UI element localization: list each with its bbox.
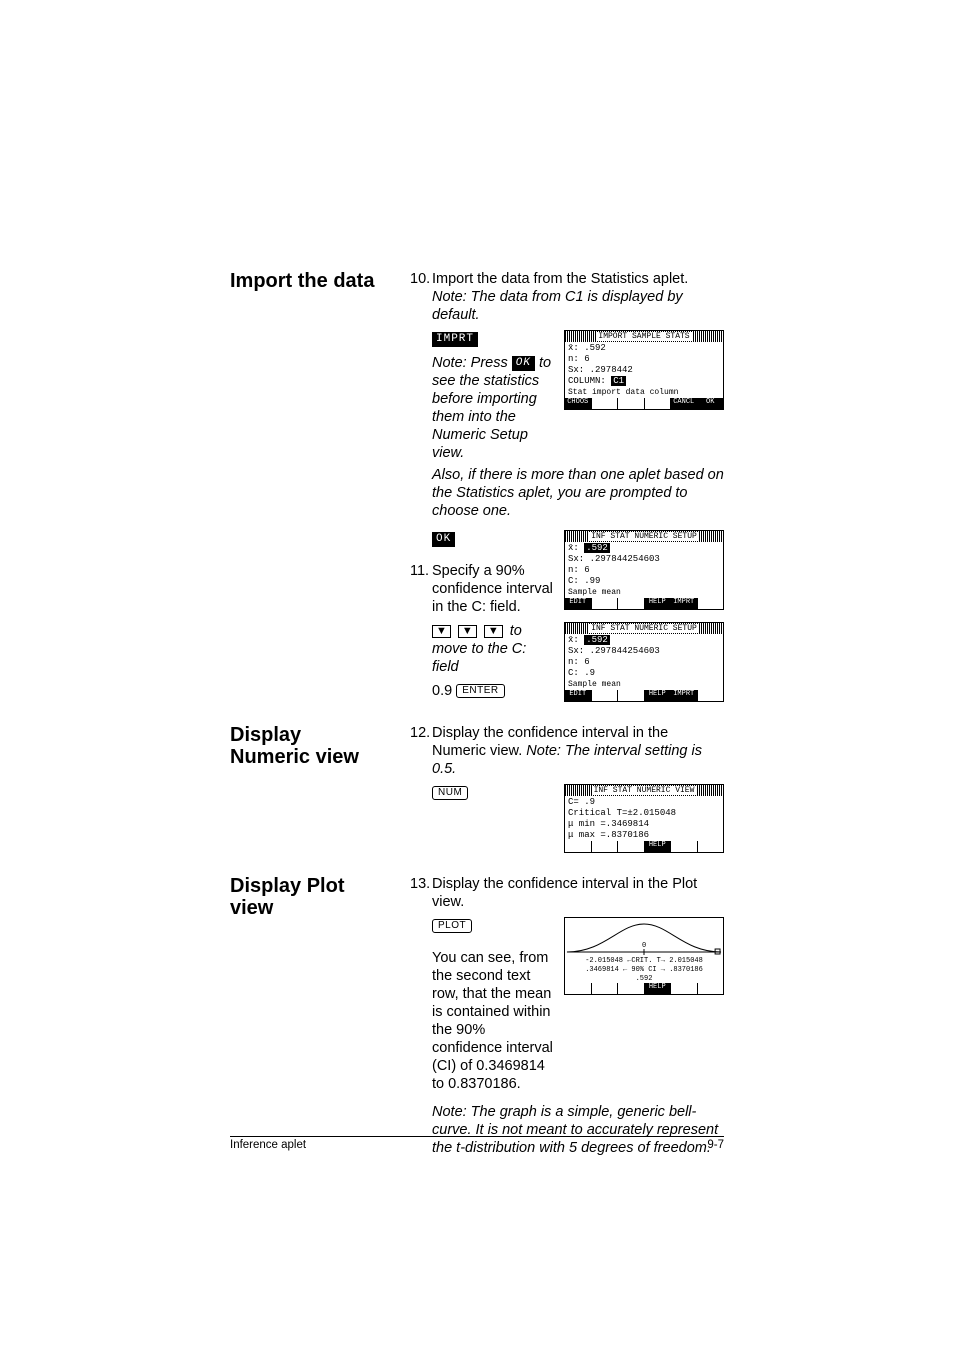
screenshot-setup-c9: INF STAT NUMERIC SETUP x̄: .592 Sx: .297…	[564, 622, 724, 702]
screenshot-setup-c99: INF STAT NUMERIC SETUP x̄: .592 Sx: .297…	[564, 530, 724, 610]
footer-title: Inference aplet	[230, 1139, 306, 1151]
step-11: 11. Specify a 90% confidence interval in…	[410, 562, 556, 616]
page-footer: Inference aplet 9-7	[230, 1136, 724, 1151]
step-10: 10. Import the data from the Statistics …	[410, 270, 724, 324]
key-num: NUM	[432, 786, 468, 800]
import-heading: Import the data	[230, 270, 385, 292]
step-10-detail: IMPRT Note: Press OK to see the statisti…	[410, 330, 724, 462]
footer-page-number: 9-7	[707, 1139, 724, 1151]
softkey-ok: OK	[432, 532, 455, 547]
screenshot-import-stats: IMPORT SAMPLE STATS x̄: .592 n: 6 Sx: .2…	[564, 330, 724, 410]
section-import-row: Import the data 10. Import the data from…	[230, 270, 724, 702]
softkey-imprt: IMPRT	[432, 332, 478, 347]
screenshot-plot-view: 0 -2.015048 ←CRIT. T→ 2.015048 .3469814 …	[564, 917, 724, 995]
bell-curve-plot: 0	[565, 918, 723, 956]
key-enter: ENTER	[456, 684, 504, 698]
key-plot: PLOT	[432, 919, 472, 933]
numeric-heading: Display Numeric view	[230, 724, 385, 768]
down-arrow-icon: ▼	[432, 625, 451, 638]
screenshot-numeric-view: INF STAT NUMERIC VIEW C= .9 Critical T=±…	[564, 784, 724, 853]
down-arrow-icon: ▼	[458, 625, 477, 638]
section-plot-row: Display Plot view 13. Display the confid…	[230, 875, 724, 1157]
down-arrow-icon: ▼	[484, 625, 503, 638]
step-13: 13. Display the confidence interval in t…	[410, 875, 724, 911]
plot-heading: Display Plot view	[230, 875, 385, 919]
bottombar: CHOOS CANCL OK	[565, 398, 723, 409]
softkey-ok-inline: OK	[512, 356, 535, 371]
section-numeric-row: Display Numeric view 12. Display the con…	[230, 724, 724, 853]
step-12: 12. Display the confidence interval in t…	[410, 724, 724, 778]
import-body: 10. Import the data from the Statistics …	[410, 270, 724, 702]
